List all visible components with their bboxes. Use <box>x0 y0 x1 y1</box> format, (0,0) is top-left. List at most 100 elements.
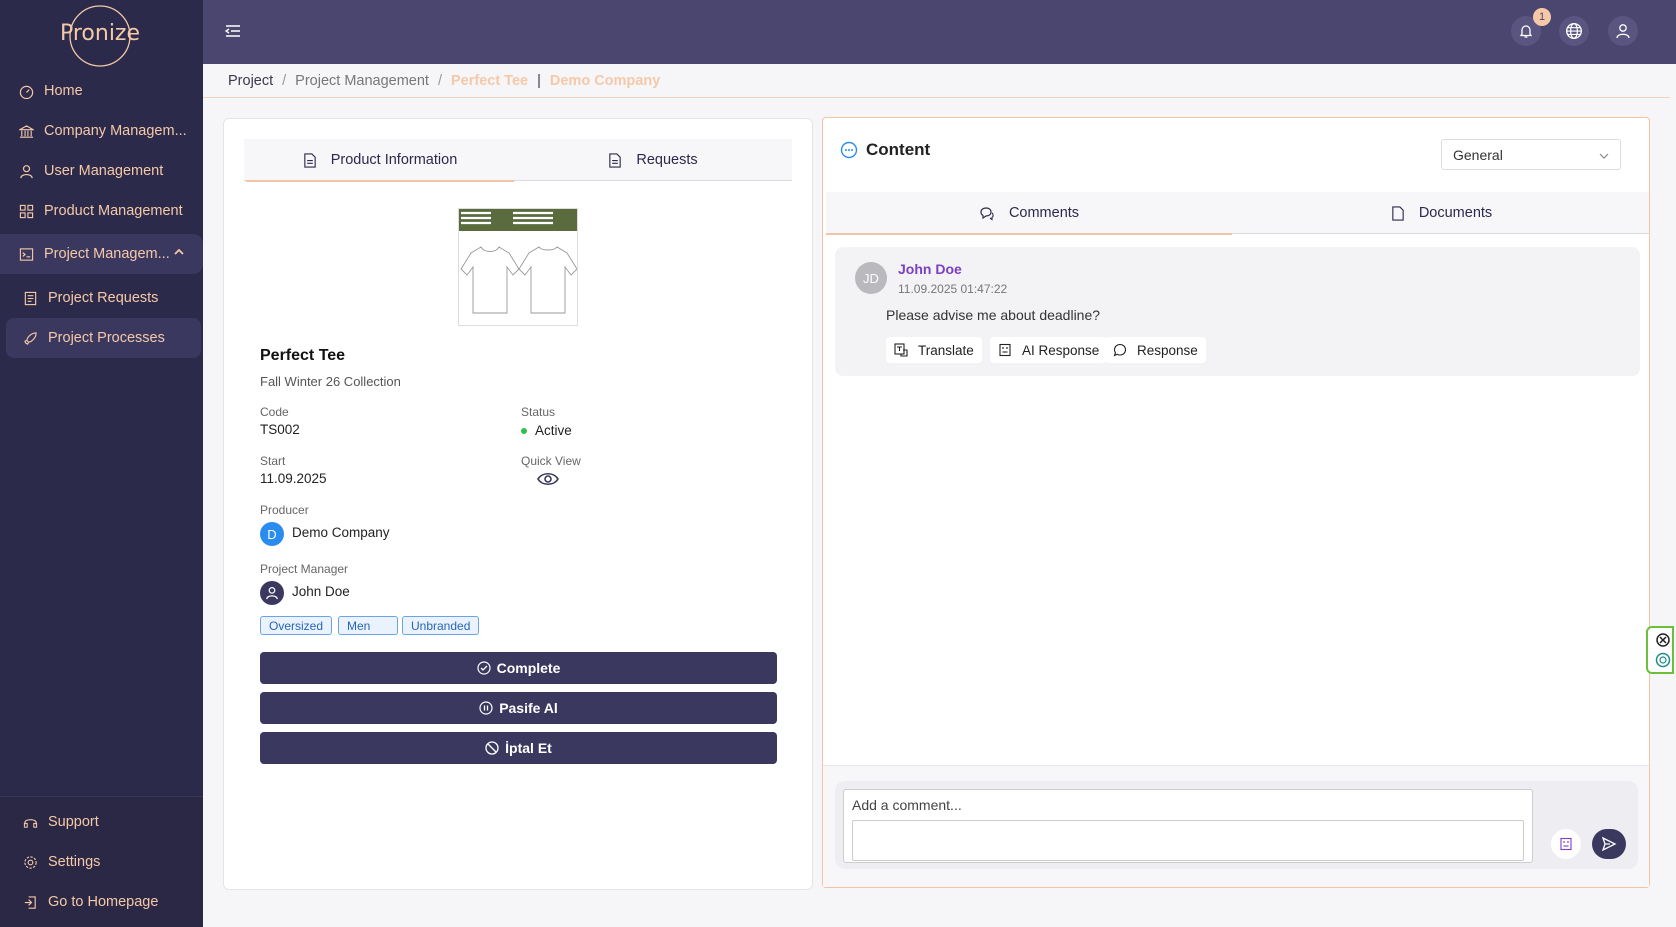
translate-button[interactable]: Translate <box>886 337 982 363</box>
comment-input[interactable] <box>844 790 1532 820</box>
comment-composer-area <box>823 765 1649 887</box>
dashboard-icon <box>18 83 34 99</box>
sidebar-item-project-processes[interactable]: Project Processes <box>6 318 201 358</box>
tab-label: Documents <box>1418 205 1493 221</box>
comment-textarea[interactable] <box>852 820 1524 861</box>
sidebar-item-product-management[interactable]: Product Management <box>0 191 203 231</box>
bank-icon <box>18 123 34 139</box>
breadcrumb-company: Demo Company <box>549 73 661 89</box>
status-label: Status <box>521 405 556 419</box>
language-button[interactable] <box>1559 16 1589 46</box>
user-icon <box>266 586 278 600</box>
button-label: Response <box>1137 342 1198 358</box>
product-name: Perfect Tee <box>260 347 346 364</box>
tshirt-image <box>459 209 577 314</box>
rocket-icon <box>22 330 38 346</box>
sidebar-item-project-requests[interactable]: Project Requests <box>0 278 203 318</box>
tab-label: Product Information <box>330 152 458 168</box>
top-bar: 1 <box>203 0 1676 64</box>
floating-widget[interactable] <box>1646 626 1674 674</box>
comment-box <box>843 789 1533 863</box>
breadcrumb: Project / Project Management / Perfect T… <box>228 72 669 90</box>
headset-icon <box>22 814 38 830</box>
logo-text: Pronize <box>59 21 141 46</box>
cancel-button[interactable]: İptal Et <box>260 732 777 764</box>
category-select[interactable]: General <box>1441 139 1621 170</box>
tab-comments[interactable]: Comments <box>826 192 1232 235</box>
complete-button[interactable]: Complete <box>260 652 777 684</box>
tag-chip: Oversized <box>260 616 333 635</box>
eye-icon[interactable] <box>537 471 559 492</box>
response-button[interactable]: Response <box>1105 337 1206 363</box>
notifications-button[interactable]: 1 <box>1511 8 1551 46</box>
comment-text: Please advise me about deadline? <box>886 307 1101 323</box>
send-button[interactable] <box>1592 829 1626 859</box>
sidebar-item-settings[interactable]: Settings <box>0 842 203 882</box>
sidebar-item-label: Support <box>48 814 99 830</box>
tab-product-information[interactable]: Product Information <box>246 139 514 182</box>
producer-name: Demo Company <box>292 525 390 540</box>
manager-name: John Doe <box>292 584 350 599</box>
tab-documents[interactable]: Documents <box>1234 192 1649 234</box>
sidebar-item-support[interactable]: Support <box>0 802 203 842</box>
tab-label: Comments <box>1008 205 1080 221</box>
sidebar-item-company-management[interactable]: Company Managem... <box>0 111 203 151</box>
product-card: Product Information Requests Perfect Tee… <box>223 118 813 890</box>
document-icon <box>1391 205 1405 221</box>
robot-icon <box>1560 837 1572 851</box>
menu-toggle-icon[interactable] <box>224 23 241 44</box>
content-header: Content <box>840 140 930 160</box>
sidebar-item-label: Project Processes <box>48 330 165 346</box>
document-icon <box>608 152 622 168</box>
ai-response-button[interactable]: AI Response <box>990 337 1108 363</box>
deactivate-button[interactable]: Pasife Al <box>260 692 777 724</box>
comments-icon <box>979 206 995 221</box>
send-icon <box>1601 836 1617 852</box>
ai-assist-button[interactable] <box>1551 829 1581 859</box>
product-image[interactable] <box>458 208 578 326</box>
sidebar-item-go-to-homepage[interactable]: Go to Homepage <box>0 882 203 922</box>
sidebar-item-label: Project Requests <box>48 290 159 306</box>
code-value: TS002 <box>260 422 300 437</box>
exit-icon <box>22 894 38 910</box>
sidebar: Pronize Home Company Managem... User Man… <box>0 0 203 927</box>
comment-author[interactable]: John Doe <box>898 261 962 277</box>
profile-button[interactable] <box>1608 16 1638 46</box>
product-tabs: Product Information Requests <box>244 139 792 182</box>
comment-timestamp: 11.09.2025 01:47:22 <box>898 282 1008 296</box>
sidebar-item-label: Settings <box>48 854 101 870</box>
breadcrumb-separator: / <box>437 73 442 89</box>
producer-label: Producer <box>260 503 309 517</box>
status-text: Active <box>535 423 572 438</box>
sidebar-item-home[interactable]: Home <box>0 71 203 111</box>
breadcrumb-project-management[interactable]: Project Management <box>295 73 429 89</box>
button-label: AI Response <box>1022 342 1100 358</box>
sidebar-item-project-management[interactable]: Project Managem... <box>0 234 203 274</box>
status-value: Active <box>521 423 572 438</box>
button-label: Translate <box>918 342 974 358</box>
widget-icons <box>1655 633 1671 668</box>
user-icon <box>18 163 34 179</box>
robot-icon <box>998 343 1012 357</box>
select-value: General <box>1453 146 1503 163</box>
sidebar-item-label: Company Managem... <box>44 123 187 139</box>
quick-view-label: Quick View <box>521 454 581 468</box>
breadcrumb-project[interactable]: Project <box>228 73 273 89</box>
sidebar-item-label: Home <box>44 83 83 99</box>
tab-requests[interactable]: Requests <box>516 139 790 181</box>
avatar: JD <box>855 262 887 294</box>
sidebar-item-user-management[interactable]: User Management <box>0 151 203 191</box>
breadcrumb-divider-line <box>203 97 1670 98</box>
tag-chip: Men <box>338 616 398 635</box>
logo[interactable]: Pronize <box>58 3 142 69</box>
translate-icon <box>894 343 908 357</box>
gear-icon <box>22 854 38 870</box>
document-icon <box>303 152 317 168</box>
tab-label: Requests <box>636 152 698 168</box>
code-label: Code <box>260 405 289 419</box>
sidebar-footer: Support Settings Go to Homepage <box>0 796 203 927</box>
comment-item: JD John Doe 11.09.2025 01:47:22 Please a… <box>835 247 1640 376</box>
chevron-up-icon <box>173 246 185 262</box>
terminal-icon <box>18 246 34 262</box>
notification-badge: 1 <box>1533 8 1551 26</box>
